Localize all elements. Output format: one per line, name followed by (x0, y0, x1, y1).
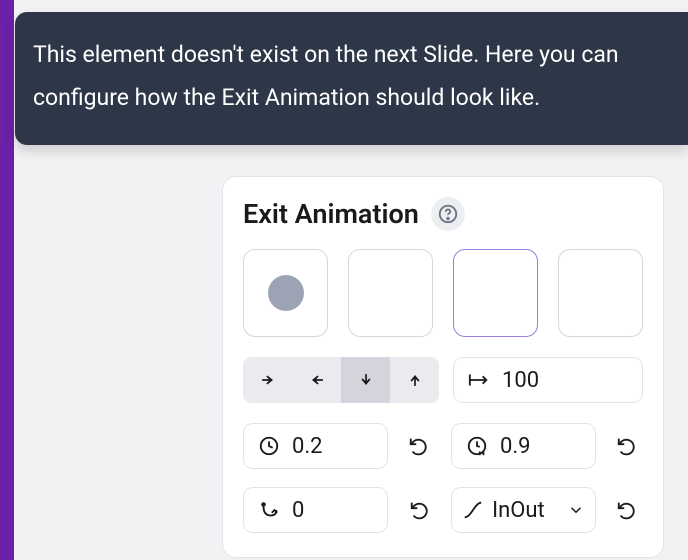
clock-pause-icon (466, 435, 488, 457)
panel-title: Exit Animation (243, 198, 419, 230)
bounce-icon (258, 499, 280, 521)
chevron-down-icon (567, 501, 585, 519)
delay-field[interactable]: 0.9 (451, 423, 596, 469)
help-icon[interactable] (431, 197, 465, 231)
reset-delay[interactable] (612, 430, 643, 462)
app-accent-bar (0, 0, 14, 560)
distance-value: 100 (502, 368, 539, 393)
tooltip-text: This element doesn't exist on the next S… (33, 41, 619, 111)
animation-type-fade[interactable] (243, 249, 328, 337)
direction-right[interactable] (243, 357, 292, 403)
circle-icon (268, 275, 304, 311)
reset-duration[interactable] (404, 430, 435, 462)
tooltip: This element doesn't exist on the next S… (15, 12, 688, 145)
direction-left[interactable] (292, 357, 341, 403)
clock-icon (258, 435, 280, 457)
delay-value: 0.9 (500, 434, 581, 459)
bounces-value: 0 (292, 498, 373, 523)
duration-value: 0.2 (292, 434, 373, 459)
direction-down[interactable] (341, 357, 390, 403)
animation-type-row (243, 249, 643, 337)
distance-icon (468, 370, 490, 390)
animation-type-option-3[interactable] (453, 249, 538, 337)
animation-type-option-2[interactable] (348, 249, 433, 337)
reset-easing[interactable] (612, 494, 643, 526)
exit-animation-panel: Exit Animation (222, 176, 664, 558)
direction-up[interactable] (390, 357, 439, 403)
easing-curve-icon (462, 499, 484, 521)
panel-header: Exit Animation (243, 197, 643, 231)
easing-field[interactable]: InOut (451, 487, 596, 533)
distance-field[interactable]: 100 (453, 357, 643, 403)
duration-field[interactable]: 0.2 (243, 423, 388, 469)
animation-type-option-4[interactable] (558, 249, 643, 337)
bounces-field[interactable]: 0 (243, 487, 388, 533)
reset-bounces[interactable] (404, 494, 435, 526)
direction-group (243, 357, 439, 403)
easing-value: InOut (492, 498, 559, 523)
